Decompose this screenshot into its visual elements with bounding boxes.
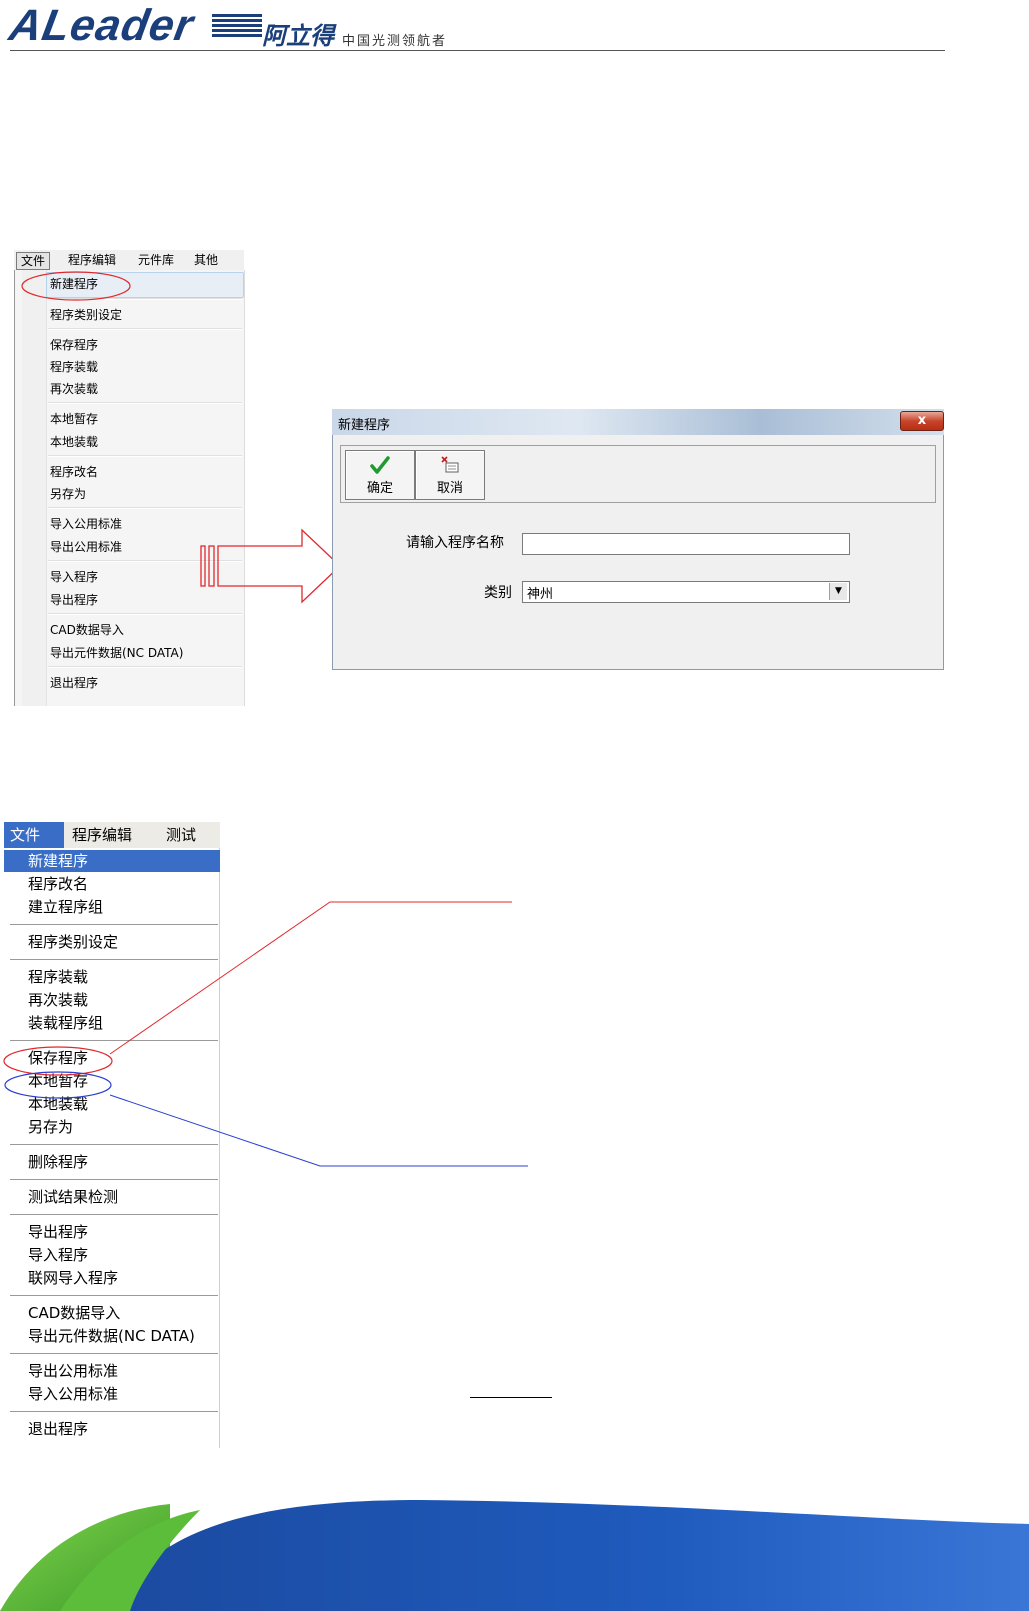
menu-separator bbox=[48, 666, 242, 668]
brand-chinese-name: 阿立得 bbox=[262, 21, 334, 50]
cancel-button-label: 取消 bbox=[436, 481, 463, 496]
menu-item-export-public-standard[interactable]: 导出公用标准 bbox=[28, 1360, 118, 1382]
menu-item-local-load[interactable]: 本地装载 bbox=[50, 433, 98, 451]
close-button[interactable]: x bbox=[900, 411, 944, 431]
category-select-value: 神州 bbox=[527, 587, 554, 602]
menu-test[interactable]: 测试 bbox=[166, 822, 196, 848]
menu-item-exit-program[interactable]: 退出程序 bbox=[28, 1418, 88, 1440]
red-highlight-ellipse bbox=[21, 271, 131, 301]
menu-icon-gutter bbox=[22, 270, 47, 706]
blue-callout-ellipse bbox=[4, 1071, 112, 1099]
menu-separator bbox=[10, 1214, 218, 1215]
category-select[interactable]: 神州 ▼ bbox=[522, 581, 850, 603]
dialog-title: 新建程序 bbox=[338, 418, 391, 433]
menu-separator bbox=[48, 328, 242, 330]
menu-program-edit[interactable]: 程序编辑 bbox=[64, 252, 120, 268]
menu-separator bbox=[10, 1411, 218, 1412]
menu-item-import-program[interactable]: 导入程序 bbox=[28, 1244, 88, 1266]
menu-component-library[interactable]: 元件库 bbox=[134, 252, 178, 268]
menu-item-new-program[interactable]: 新建程序 bbox=[28, 850, 88, 872]
menu-separator bbox=[10, 1295, 218, 1296]
menu-item-category-settings[interactable]: 程序类别设定 bbox=[50, 306, 122, 324]
cancel-button[interactable]: 取消 bbox=[415, 450, 485, 500]
menu-item-export-program[interactable]: 导出程序 bbox=[50, 591, 98, 609]
menu-other[interactable]: 其他 bbox=[190, 252, 222, 268]
ok-button-label: 确定 bbox=[366, 481, 393, 496]
file-menu-screenshot-1: 文件 程序编辑 元件库 其他 新建程序 程序类别设定 保存程序 程序装载 再次装… bbox=[14, 250, 245, 706]
brand-slogan: 中国光测领航者 bbox=[342, 34, 448, 49]
menu-separator bbox=[10, 1353, 218, 1354]
footer-swoosh-graphic bbox=[0, 1500, 1029, 1611]
menu-separator bbox=[48, 613, 242, 615]
menu-file[interactable]: 文件 bbox=[4, 822, 64, 848]
menu-program-edit[interactable]: 程序编辑 bbox=[72, 822, 132, 848]
logo-stripes-icon bbox=[212, 14, 262, 42]
red-leader-line bbox=[109, 901, 512, 1055]
menu-item-local-temp-save[interactable]: 本地暂存 bbox=[50, 410, 98, 428]
page-header: ALeader 阿立得 中国光测领航者 bbox=[0, 0, 1029, 56]
right-arrow-icon bbox=[200, 528, 341, 604]
menu-item-network-import-program[interactable]: 联网导入程序 bbox=[28, 1267, 118, 1289]
ok-button[interactable]: 确定 bbox=[345, 450, 415, 500]
dialog-titlebar: 新建程序 x bbox=[332, 409, 944, 435]
menu-item-export-nc-data[interactable]: 导出元件数据(NC DATA) bbox=[28, 1325, 195, 1347]
menu-item-rename-program[interactable]: 程序改名 bbox=[50, 463, 98, 481]
program-name-input[interactable] bbox=[522, 533, 850, 555]
menu-item-cad-import[interactable]: CAD数据导入 bbox=[28, 1302, 120, 1324]
menu-item-import-public-standard[interactable]: 导入公用标准 bbox=[28, 1383, 118, 1405]
cancel-icon bbox=[416, 455, 484, 477]
dialog-toolbar: 确定 取消 bbox=[340, 445, 936, 503]
menu-item-export-public-standard[interactable]: 导出公用标准 bbox=[50, 538, 122, 556]
menu-item-exit-program[interactable]: 退出程序 bbox=[50, 674, 98, 692]
menu-separator bbox=[48, 455, 242, 457]
aleader-logo: ALeader bbox=[5, 1, 198, 50]
dropdown-arrow-icon[interactable]: ▼ bbox=[829, 583, 847, 600]
checkmark-icon bbox=[346, 455, 414, 477]
menu-item-load-program[interactable]: 程序装载 bbox=[50, 358, 98, 376]
menu-separator bbox=[48, 507, 242, 509]
category-label: 类别 bbox=[484, 585, 512, 601]
program-name-label: 请输入程序名称 bbox=[406, 535, 504, 551]
blue-leader-line bbox=[109, 1094, 528, 1167]
menu-item-reload[interactable]: 再次装载 bbox=[50, 380, 98, 398]
menu-item-import-program[interactable]: 导入程序 bbox=[50, 568, 98, 586]
underline-mark bbox=[470, 1397, 552, 1398]
menu-bar: 文件 程序编辑 测试 bbox=[4, 822, 220, 848]
menu-separator bbox=[48, 402, 242, 404]
menu-item-export-program[interactable]: 导出程序 bbox=[28, 1221, 88, 1243]
red-callout-ellipse bbox=[3, 1046, 113, 1076]
menu-annotation-callouts bbox=[3, 901, 528, 1167]
menu-item-save-program[interactable]: 保存程序 bbox=[50, 336, 98, 354]
header-divider bbox=[10, 50, 945, 51]
menu-item-export-nc-data[interactable]: 导出元件数据(NC DATA) bbox=[50, 644, 183, 662]
menu-dropdown-panel bbox=[14, 270, 245, 706]
menu-item-cad-import[interactable]: CAD数据导入 bbox=[50, 621, 124, 639]
menu-item-import-public-standard[interactable]: 导入公用标准 bbox=[50, 515, 122, 533]
menu-item-save-as[interactable]: 另存为 bbox=[50, 485, 86, 503]
